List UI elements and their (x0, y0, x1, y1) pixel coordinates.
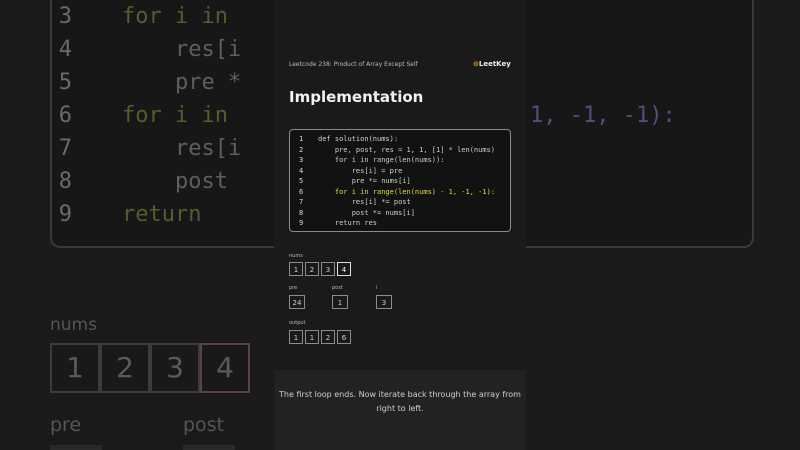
pre-value: 24 (289, 295, 305, 309)
nums-label: nums (289, 253, 303, 259)
bg-post-label: post (183, 414, 225, 436)
nums-cell: 1 (289, 262, 303, 276)
post-value: 1 (332, 295, 348, 309)
bg-code-line: 3 for i in (58, 4, 228, 29)
bg-nums-cell: 1 (50, 343, 100, 393)
bg-code-line: 5 pre * (58, 70, 242, 95)
bg-nums-cell: 3 (150, 343, 200, 393)
post-label: post (332, 285, 343, 291)
nums-cell: 3 (321, 262, 335, 276)
bg-nums-label: nums (50, 315, 97, 335)
bg-code-line: 4 res[i (58, 37, 242, 62)
output-cell: 2 (321, 330, 335, 344)
bg-pre-box (50, 445, 102, 450)
bg-nums-cell: 4 (200, 343, 250, 393)
bg-pre-label: pre (50, 414, 82, 436)
output-cell: 6 (337, 330, 351, 344)
bg-code-line: 8 post (58, 169, 228, 194)
bg-nums-cell: 2 (100, 343, 150, 393)
bg-code-fragment: 1, -1, -1): (530, 103, 676, 128)
section-heading: Implementation (289, 88, 424, 106)
leetkey-logo: ⊙LeetKey (473, 60, 511, 68)
bg-code-line: 6 for i in (58, 103, 228, 128)
output-label: output (289, 320, 306, 326)
nums-cell: 2 (305, 262, 319, 276)
bg-post-box (183, 445, 235, 450)
bg-code-line: 9 return (58, 202, 202, 227)
code-block: 1 def solution(nums): 2 pre, post, res = … (289, 129, 511, 232)
i-label: i (376, 285, 378, 291)
pre-label: pre (289, 285, 298, 291)
i-value: 3 (376, 295, 392, 309)
nums-cell-active: 4 (337, 262, 351, 276)
output-cell: 1 (289, 330, 303, 344)
bg-code-line: 7 res[i (58, 136, 242, 161)
output-cell: 1 (305, 330, 319, 344)
caption-text: The first loop ends. Now iterate back th… (279, 390, 521, 413)
problem-title: Leetcode 238: Product of Array Except Se… (289, 61, 418, 68)
